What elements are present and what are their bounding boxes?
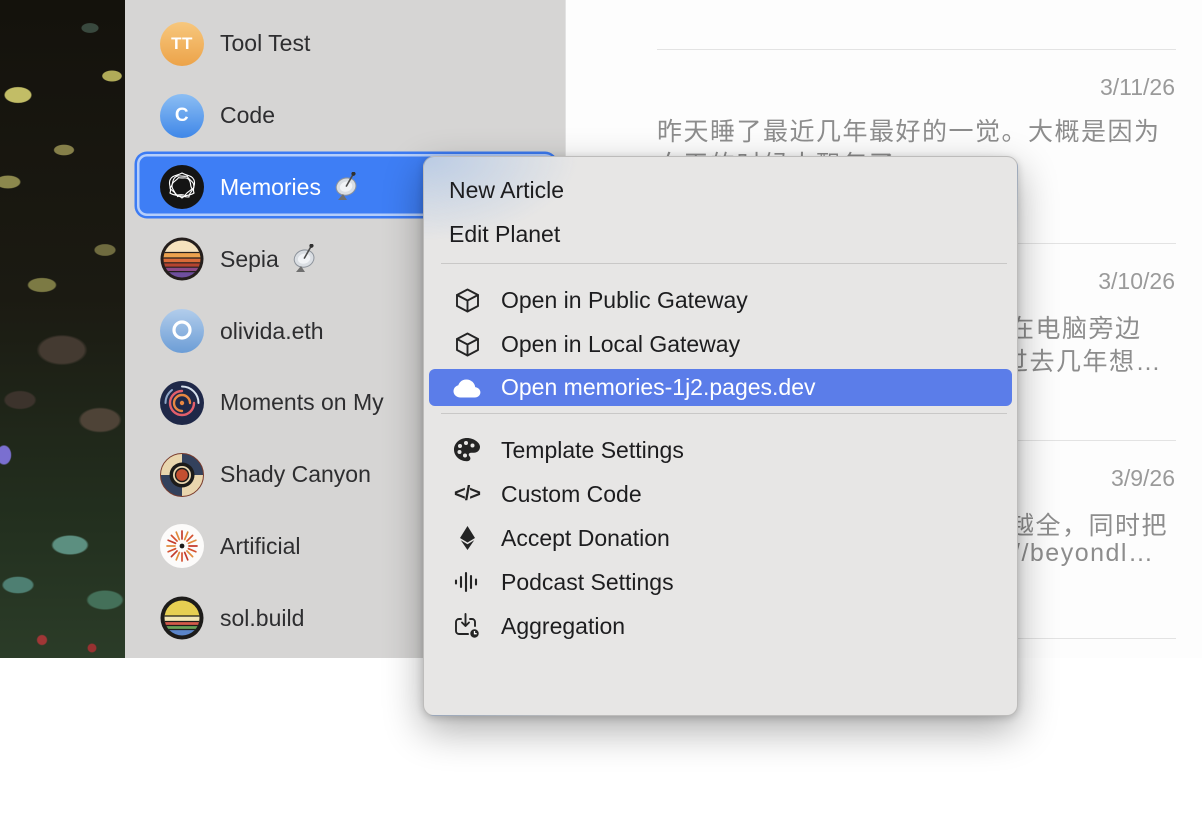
menu-separator bbox=[441, 263, 1007, 264]
sol-sunset-icon bbox=[160, 596, 204, 640]
satellite-dish-icon bbox=[333, 172, 365, 202]
quadrant-target-icon bbox=[160, 453, 204, 497]
sepia-sunset-icon bbox=[160, 237, 204, 281]
article-date: 3/10/26 bbox=[1098, 268, 1175, 295]
menu-item-template-settings[interactable]: Template Settings bbox=[424, 428, 1017, 472]
menu-item-label: Open in Public Gateway bbox=[501, 287, 748, 314]
menu-item-open-public-gateway[interactable]: Open in Public Gateway bbox=[424, 278, 1017, 322]
context-menu: New Article Edit Planet Open in Public G… bbox=[423, 156, 1018, 716]
sidebar-item-label: Memories bbox=[220, 174, 321, 201]
menu-item-label: Template Settings bbox=[501, 437, 684, 464]
concentric-arcs-icon bbox=[160, 381, 204, 425]
divider bbox=[657, 49, 1176, 50]
article-summary: 越全，同时把 bbox=[1009, 506, 1168, 542]
cube-icon bbox=[452, 287, 482, 314]
sidebar-item-code[interactable]: C Code bbox=[125, 80, 565, 152]
code-monogram-icon: C bbox=[160, 94, 204, 138]
cube-icon bbox=[452, 331, 482, 358]
menu-item-label: Open in Local Gateway bbox=[501, 331, 740, 358]
menu-item-label: Custom Code bbox=[501, 481, 642, 508]
sidebar-item-tool-test[interactable]: TT Tool Test bbox=[125, 8, 565, 80]
starburst-icon bbox=[160, 524, 204, 568]
code-icon: </> bbox=[452, 483, 482, 506]
article-summary: 在电脑旁边 bbox=[1009, 309, 1142, 345]
download-badge-icon bbox=[452, 612, 482, 640]
blue-ring-icon bbox=[160, 309, 204, 353]
sidebar-item-label: Code bbox=[220, 102, 275, 129]
satellite-dish-icon bbox=[291, 244, 323, 274]
desktop-wallpaper bbox=[0, 0, 125, 658]
sidebar-item-label: Tool Test bbox=[220, 30, 310, 57]
cloudflare-cloud-icon bbox=[452, 377, 482, 399]
menu-separator bbox=[441, 413, 1007, 414]
menu-item-label: Podcast Settings bbox=[501, 569, 674, 596]
ethereum-icon bbox=[452, 525, 482, 551]
article-date: 3/11/26 bbox=[1100, 74, 1175, 101]
menu-item-accept-donation[interactable]: Accept Donation bbox=[424, 516, 1017, 560]
sidebar-item-label: Sepia bbox=[220, 246, 279, 273]
sidebar-item-label: olivida.eth bbox=[220, 318, 324, 345]
article-summary: 昨天睡了最近几年最好的一觉。大概是因为 bbox=[657, 112, 1161, 148]
menu-item-label: Aggregation bbox=[501, 613, 625, 640]
article-summary: 过去几年想… bbox=[1003, 342, 1162, 378]
sidebar-item-label: sol.build bbox=[220, 605, 304, 632]
waveform-icon bbox=[452, 569, 482, 595]
palette-icon bbox=[452, 437, 482, 463]
tool-test-monogram-icon: TT bbox=[160, 22, 204, 66]
menu-item-label: Accept Donation bbox=[501, 525, 670, 552]
menu-item-label: Edit Planet bbox=[449, 221, 560, 248]
menu-item-open-pages-dev[interactable]: Open memories-1j2.pages.dev bbox=[429, 369, 1012, 406]
article-date: 3/9/26 bbox=[1111, 465, 1175, 492]
sidebar-item-label: Shady Canyon bbox=[220, 461, 371, 488]
menu-item-aggregation[interactable]: Aggregation bbox=[424, 604, 1017, 648]
menu-item-label: New Article bbox=[449, 177, 564, 204]
sidebar-item-label: Moments on My bbox=[220, 389, 384, 416]
menu-item-open-local-gateway[interactable]: Open in Local Gateway bbox=[424, 322, 1017, 366]
menu-item-custom-code[interactable]: </> Custom Code bbox=[424, 472, 1017, 516]
menu-item-podcast-settings[interactable]: Podcast Settings bbox=[424, 560, 1017, 604]
memories-scribble-icon bbox=[160, 165, 204, 209]
menu-item-new-article[interactable]: New Article bbox=[424, 168, 1017, 212]
menu-item-edit-planet[interactable]: Edit Planet bbox=[424, 212, 1017, 256]
menu-item-label: Open memories-1j2.pages.dev bbox=[501, 374, 816, 401]
article-summary: //beyondl… bbox=[1013, 539, 1154, 568]
sidebar-item-label: Artificial bbox=[220, 533, 301, 560]
